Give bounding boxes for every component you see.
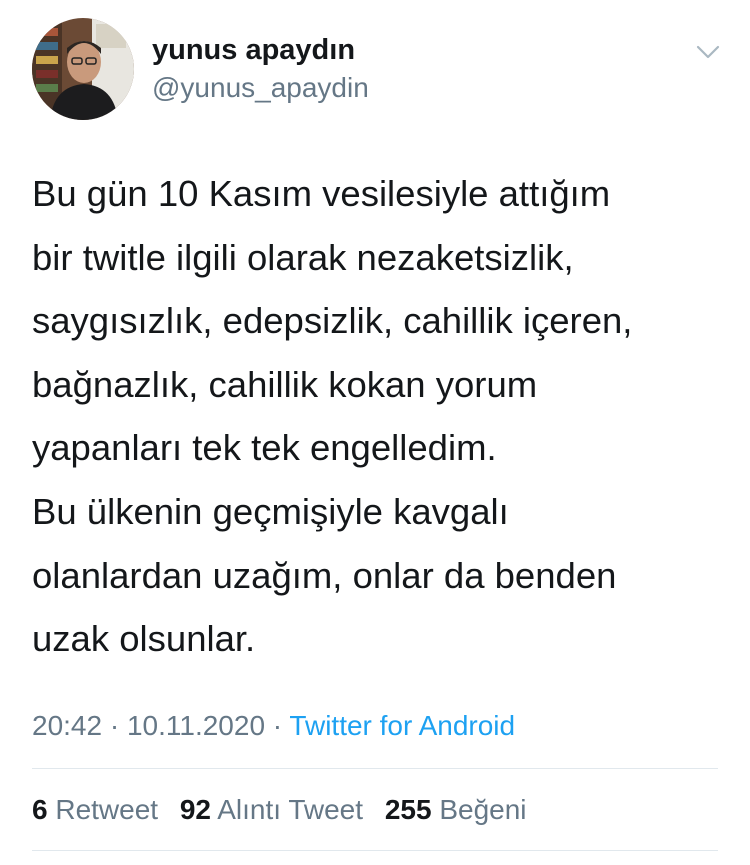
divider xyxy=(32,850,718,851)
stat-count: 255 xyxy=(384,794,432,825)
retweets-stat[interactable]: 6 Retweet xyxy=(32,790,158,830)
stat-count: 92 xyxy=(179,794,212,825)
user-handle[interactable]: @yunus_apaydin xyxy=(152,70,369,106)
meta-separator: · xyxy=(102,710,127,741)
tweet-meta: 20:42 · 10.11.2020 · Twitter for Android xyxy=(32,706,515,746)
tweet-stats: 6 Retweet 92 Alıntı Tweet 255 Beğeni xyxy=(32,790,541,830)
chevron-down-icon[interactable] xyxy=(694,38,722,66)
stat-label: Beğeni xyxy=(439,794,527,825)
tweet-text: Bu gün 10 Kasım vesilesiyle attığım bir … xyxy=(32,173,633,660)
tweet-source-link[interactable]: Twitter for Android xyxy=(289,710,515,741)
avatar-image xyxy=(32,18,134,120)
user-names: yunus apaydın @yunus_apaydin xyxy=(152,32,369,106)
likes-stat[interactable]: 255 Beğeni xyxy=(385,790,527,830)
avatar[interactable] xyxy=(32,18,134,120)
display-name[interactable]: yunus apaydın xyxy=(152,32,369,68)
divider xyxy=(32,768,718,769)
stat-count: 6 xyxy=(32,794,48,825)
stat-label: Alıntı Tweet xyxy=(217,794,364,825)
tweet-date[interactable]: 10.11.2020 xyxy=(127,710,265,741)
quote-tweets-stat[interactable]: 92 Alıntı Tweet xyxy=(180,790,363,830)
stat-label: Retweet xyxy=(55,794,159,825)
meta-separator: · xyxy=(265,710,290,741)
tweet-header: yunus apaydın @yunus_apaydin xyxy=(32,18,722,122)
tweet-time[interactable]: 20:42 xyxy=(32,710,102,741)
